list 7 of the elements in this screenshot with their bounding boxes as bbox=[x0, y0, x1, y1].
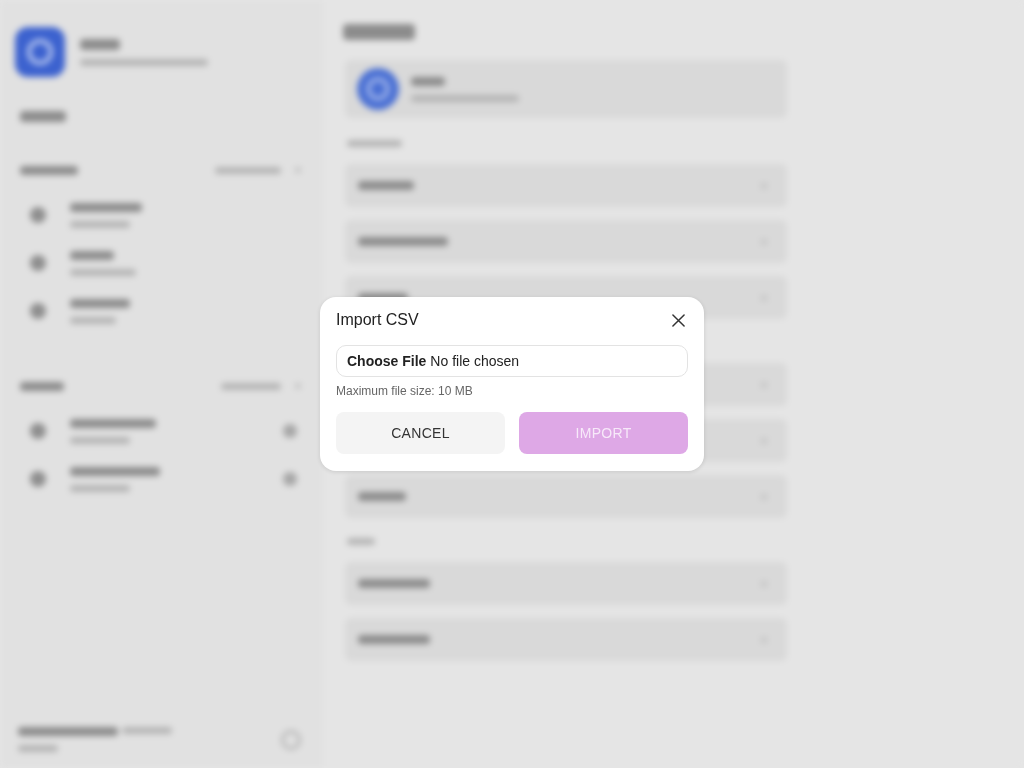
choose-file-button[interactable]: Choose File bbox=[347, 353, 427, 369]
cancel-button[interactable]: CANCEL bbox=[336, 412, 505, 454]
close-icon[interactable] bbox=[672, 313, 685, 327]
file-size-hint: Maximum file size: 10 MB bbox=[336, 384, 474, 398]
file-input-field[interactable]: Choose File No file chosen bbox=[336, 345, 688, 377]
dialog-title: Import CSV bbox=[336, 311, 419, 329]
file-status-text: No file chosen bbox=[430, 353, 520, 369]
